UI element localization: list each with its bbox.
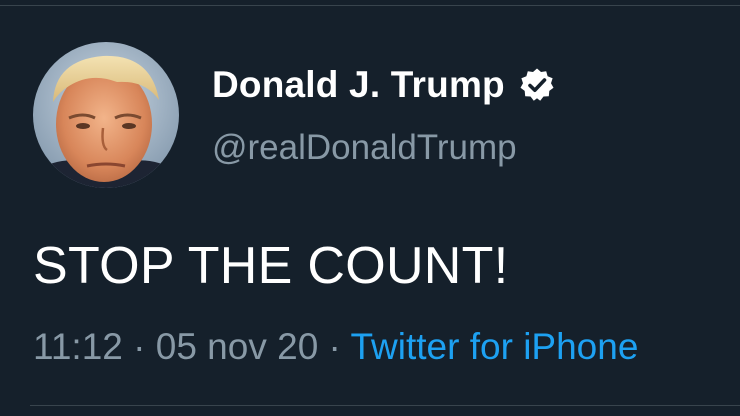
tweet-metadata: 11:12 · 05 nov 20 · Twitter for iPhone [33, 326, 638, 368]
user-handle[interactable]: @realDonaldTrump [212, 128, 517, 168]
tweet-source-link[interactable]: Twitter for iPhone [351, 326, 639, 367]
avatar-photo [33, 42, 179, 188]
bottom-divider [30, 405, 740, 406]
tweet-time[interactable]: 11:12 [33, 326, 123, 367]
tweet-date[interactable]: 05 nov 20 [156, 326, 319, 367]
meta-separator: · [122, 326, 156, 367]
tweet-card: Donald J. Trump @realDonaldTrump STOP TH… [0, 0, 740, 416]
meta-separator: · [318, 326, 351, 367]
top-divider [0, 5, 740, 6]
tweet-text: STOP THE COUNT! [33, 237, 509, 295]
verified-badge-icon [519, 67, 555, 103]
display-name-row: Donald J. Trump [212, 58, 555, 112]
avatar[interactable] [33, 42, 179, 188]
display-name[interactable]: Donald J. Trump [212, 64, 505, 106]
